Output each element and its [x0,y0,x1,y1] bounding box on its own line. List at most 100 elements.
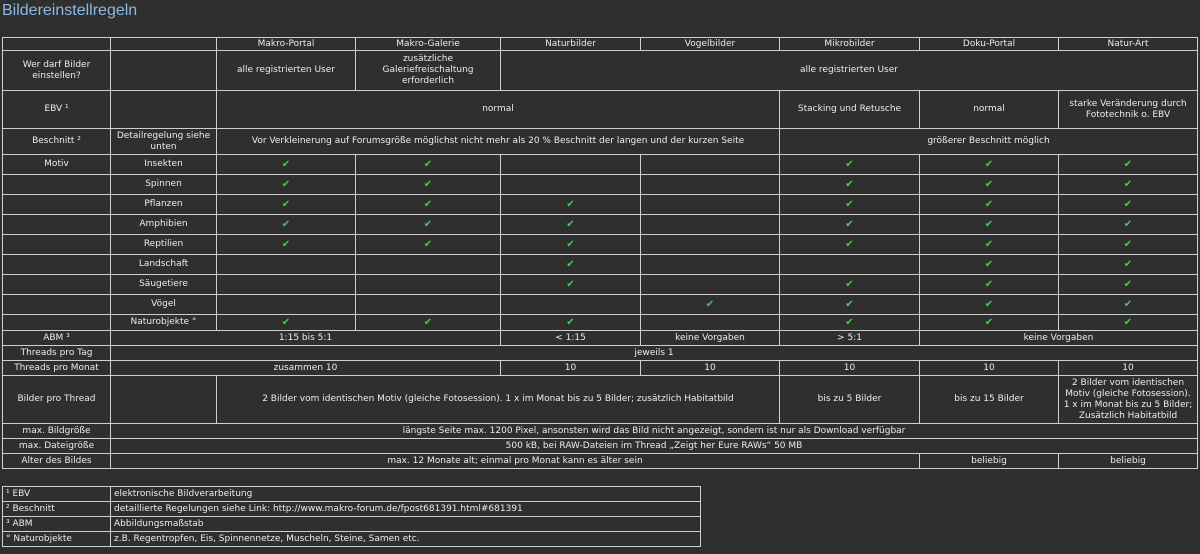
motiv-cell: ✔ [216,174,356,195]
cell: 10 [919,360,1059,376]
header-row: Makro-Portal Makro-Galerie Naturbilder V… [2,37,1198,51]
footnote-legend: ¹ EBV elektronische Bildverarbeitung ² Bes… [2,486,701,547]
cell: Vor Verkleinerung auf Forumsgröße möglic… [216,128,780,155]
motiv-cell: ✔ [919,314,1059,331]
column-header: Naturbilder [500,37,641,51]
motiv-cell: ✔ [500,254,641,275]
cell: keine Vorgaben [640,330,780,346]
check-mark-icon: ✔ [566,218,575,230]
check-mark-icon: ✔ [1123,316,1133,328]
check-mark-icon: ✔ [281,178,291,190]
check-mark-icon: ✔ [423,238,433,250]
motiv-cell [640,274,780,295]
cell: bis zu 15 Bilder [919,375,1059,424]
check-mark-icon: ✔ [423,158,433,170]
motiv-cell: ✔ [216,314,356,331]
cell: 2 Bilder vom identischen Motiv (gleiche … [1058,375,1198,424]
legend-key: ¹ EBV [2,486,111,502]
motiv-cell: ✔ [500,234,641,255]
check-mark-icon: ✔ [984,218,994,230]
cell: < 1:15 [500,330,641,346]
motiv-cell: ✔ [355,314,501,331]
check-mark-icon: ✔ [845,278,854,290]
motiv-name: Spinnen [110,174,217,195]
motiv-cell [640,174,780,195]
motiv-cell [500,174,641,195]
cell: max. 12 Monate alt; einmal pro Monat kan… [110,453,920,469]
corner-cell [110,37,217,51]
row-label: Threads pro Monat [2,360,111,376]
motiv-cell: ✔ [779,274,920,295]
cell: zusätzliche Galeriefreischaltung erforde… [355,50,501,91]
check-mark-icon: ✔ [566,278,575,290]
row-label: Beschnitt ² [2,128,111,155]
check-mark-icon: ✔ [845,238,854,250]
row-label: max. Bildgröße [2,423,111,439]
check-mark-icon: ✔ [423,316,433,328]
row-beschnitt: Beschnitt ² Detailregelung siehe unten V… [2,128,1198,155]
check-mark-icon: ✔ [1123,198,1133,210]
check-mark-icon: ✔ [1123,278,1133,290]
check-mark-icon: ✔ [984,258,994,270]
motiv-cell: ✔ [1058,154,1198,175]
motiv-name: Insekten [110,154,217,175]
check-mark-icon: ✔ [1123,298,1133,310]
motiv-cell: ✔ [500,314,641,331]
row-label: Wer darf Bilder einstellen? [2,50,111,91]
motiv-name: Amphibien [110,214,217,235]
check-mark-icon: ✔ [423,218,433,230]
motiv-cell: ✔ [919,214,1059,235]
column-header: Vogelbilder [640,37,780,51]
row-threads-monat: Threads pro Monat zusammen 10 10 10 10 1… [2,360,1198,376]
check-mark-icon: ✔ [566,198,575,210]
row-bildgroesse: max. Bildgröße längste Seite max. 1200 P… [2,423,1198,439]
row-threads-tag: Threads pro Tag jeweils 1 [2,345,1198,361]
column-header: Makro-Portal [216,37,356,51]
motiv-cell: ✔ [500,274,641,295]
cell: 10 [500,360,641,376]
check-mark-icon: ✔ [984,178,994,190]
motiv-cell: ✔ [919,174,1059,195]
cell: 2 Bilder vom identischen Motiv (gleiche … [216,375,780,424]
motiv-cell: ✔ [1058,214,1198,235]
motiv-cell: ✔ [919,154,1059,175]
row-label: Threads pro Tag [2,345,111,361]
legend-key: ° Naturobjekte [2,531,111,547]
check-mark-icon: ✔ [281,158,291,170]
motiv-name: Landschaft [110,254,217,275]
legend-value: elektronische Bildverarbeitung [110,486,701,502]
cell: alle registrierten User [216,50,356,91]
cell: größerer Beschnitt möglich [779,128,1198,155]
check-mark-icon: ✔ [845,316,854,328]
motiv-cell [216,254,356,275]
motiv-cell: ✔ [355,174,501,195]
motiv-cell: ✔ [779,154,920,175]
motiv-cell: ✔ [919,294,1059,315]
motiv-cell: ✔ [1058,234,1198,255]
motiv-row: Spinnen ✔ ✔ ✔ ✔ ✔ [2,174,1198,195]
cell: 10 [1058,360,1198,376]
motiv-cell: ✔ [779,294,920,315]
motiv-cell: ✔ [355,234,501,255]
motiv-row: Pflanzen ✔ ✔ ✔ ✔ ✔ ✔ [2,194,1198,215]
legend-key: ³ ABM [2,516,111,532]
cell: 10 [640,360,780,376]
motiv-row: Säugetiere ✔ ✔ ✔ ✔ [2,274,1198,295]
row-label: Motiv [2,154,111,175]
check-mark-icon: ✔ [1123,258,1133,270]
motiv-cell: ✔ [919,194,1059,215]
motiv-cell: ✔ [355,154,501,175]
row-ebv: EBV ¹ normal Stacking und Retusche norma… [2,90,1198,129]
motiv-cell: ✔ [216,154,356,175]
cell: zusammen 10 [110,360,501,376]
motiv-name: Säugetiere [110,274,217,295]
motiv-cell [500,294,641,315]
row-label: max. Dateigröße [2,438,111,454]
column-header: Doku-Portal [919,37,1059,51]
check-mark-icon: ✔ [845,198,854,210]
legend-row: ° Naturobjekte z.B. Regentropfen, Eis, Sp… [2,531,701,547]
motiv-row: Amphibien ✔ ✔ ✔ ✔ ✔ ✔ [2,214,1198,235]
legend-row: ³ ABM Abbildungsmaßstab [2,516,701,532]
page-title: Bildereinstellregeln [2,2,138,19]
motiv-cell: ✔ [1058,274,1198,295]
